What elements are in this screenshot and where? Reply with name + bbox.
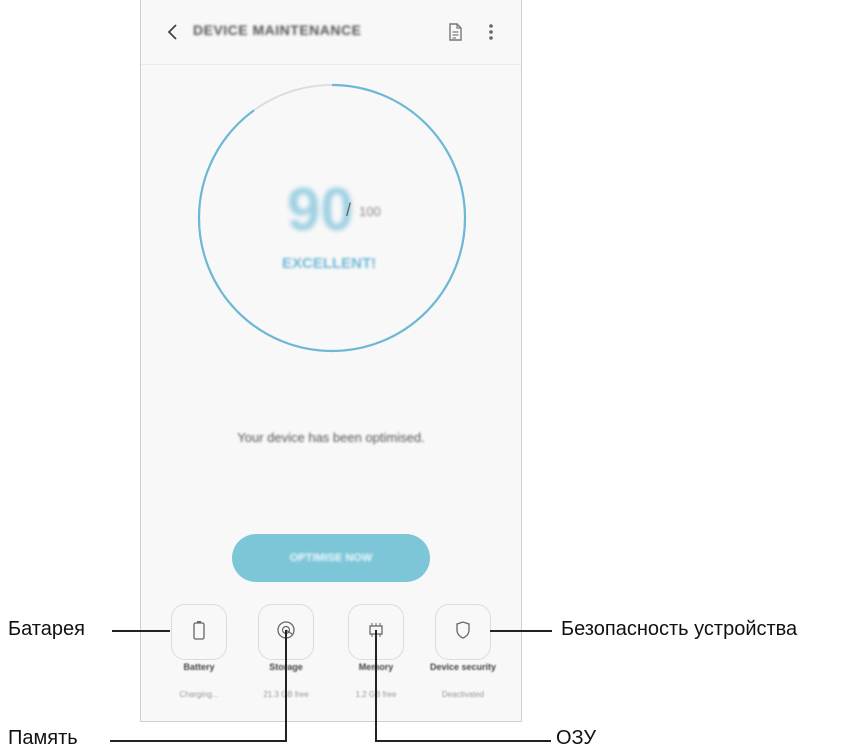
optimise-now-label: OPTIMISE NOW bbox=[289, 552, 373, 564]
page-title: DEVICE MAINTENANCE bbox=[193, 22, 362, 38]
callout-device-security: Безопасность устройства bbox=[561, 618, 798, 640]
callout-storage-line-v bbox=[285, 630, 287, 742]
callout-device-security-line bbox=[490, 630, 552, 632]
back-arrow-icon[interactable] bbox=[161, 20, 185, 44]
app-bar-divider bbox=[141, 64, 521, 65]
callout-battery-line bbox=[112, 630, 170, 632]
device-security-label: Device security bbox=[429, 662, 497, 672]
battery-icon bbox=[190, 619, 208, 646]
app-bar: DEVICE MAINTENANCE bbox=[141, 0, 521, 64]
callout-memory: ОЗУ bbox=[556, 727, 597, 749]
shield-icon bbox=[453, 619, 473, 646]
report-icon[interactable] bbox=[445, 22, 465, 42]
battery-label: Battery bbox=[183, 662, 215, 672]
callout-memory-line-h bbox=[375, 740, 551, 742]
score-slash: / bbox=[346, 200, 352, 220]
optimised-message: Your device has been optimised. bbox=[237, 430, 425, 445]
callout-memory-line-v bbox=[375, 630, 377, 742]
score-value: 90 bbox=[287, 176, 354, 243]
device-security-status: Deactivated bbox=[441, 690, 485, 699]
score-status: EXCELLENT! bbox=[282, 255, 377, 272]
battery-status: Charging... bbox=[179, 690, 219, 699]
score-max: 100 bbox=[359, 204, 381, 219]
more-options-icon[interactable] bbox=[483, 22, 499, 42]
callout-storage-line-h bbox=[110, 740, 286, 742]
callout-storage: Память bbox=[8, 727, 78, 749]
battery-tile[interactable] bbox=[171, 604, 227, 660]
device-security-tile[interactable] bbox=[435, 604, 491, 660]
device-maintenance-screen: DEVICE MAINTENANCE 90 / 100 EXCELLENT! Y… bbox=[140, 0, 522, 722]
callout-battery: Батарея bbox=[8, 618, 85, 640]
optimise-now-button[interactable]: OPTIMISE NOW bbox=[232, 534, 430, 582]
